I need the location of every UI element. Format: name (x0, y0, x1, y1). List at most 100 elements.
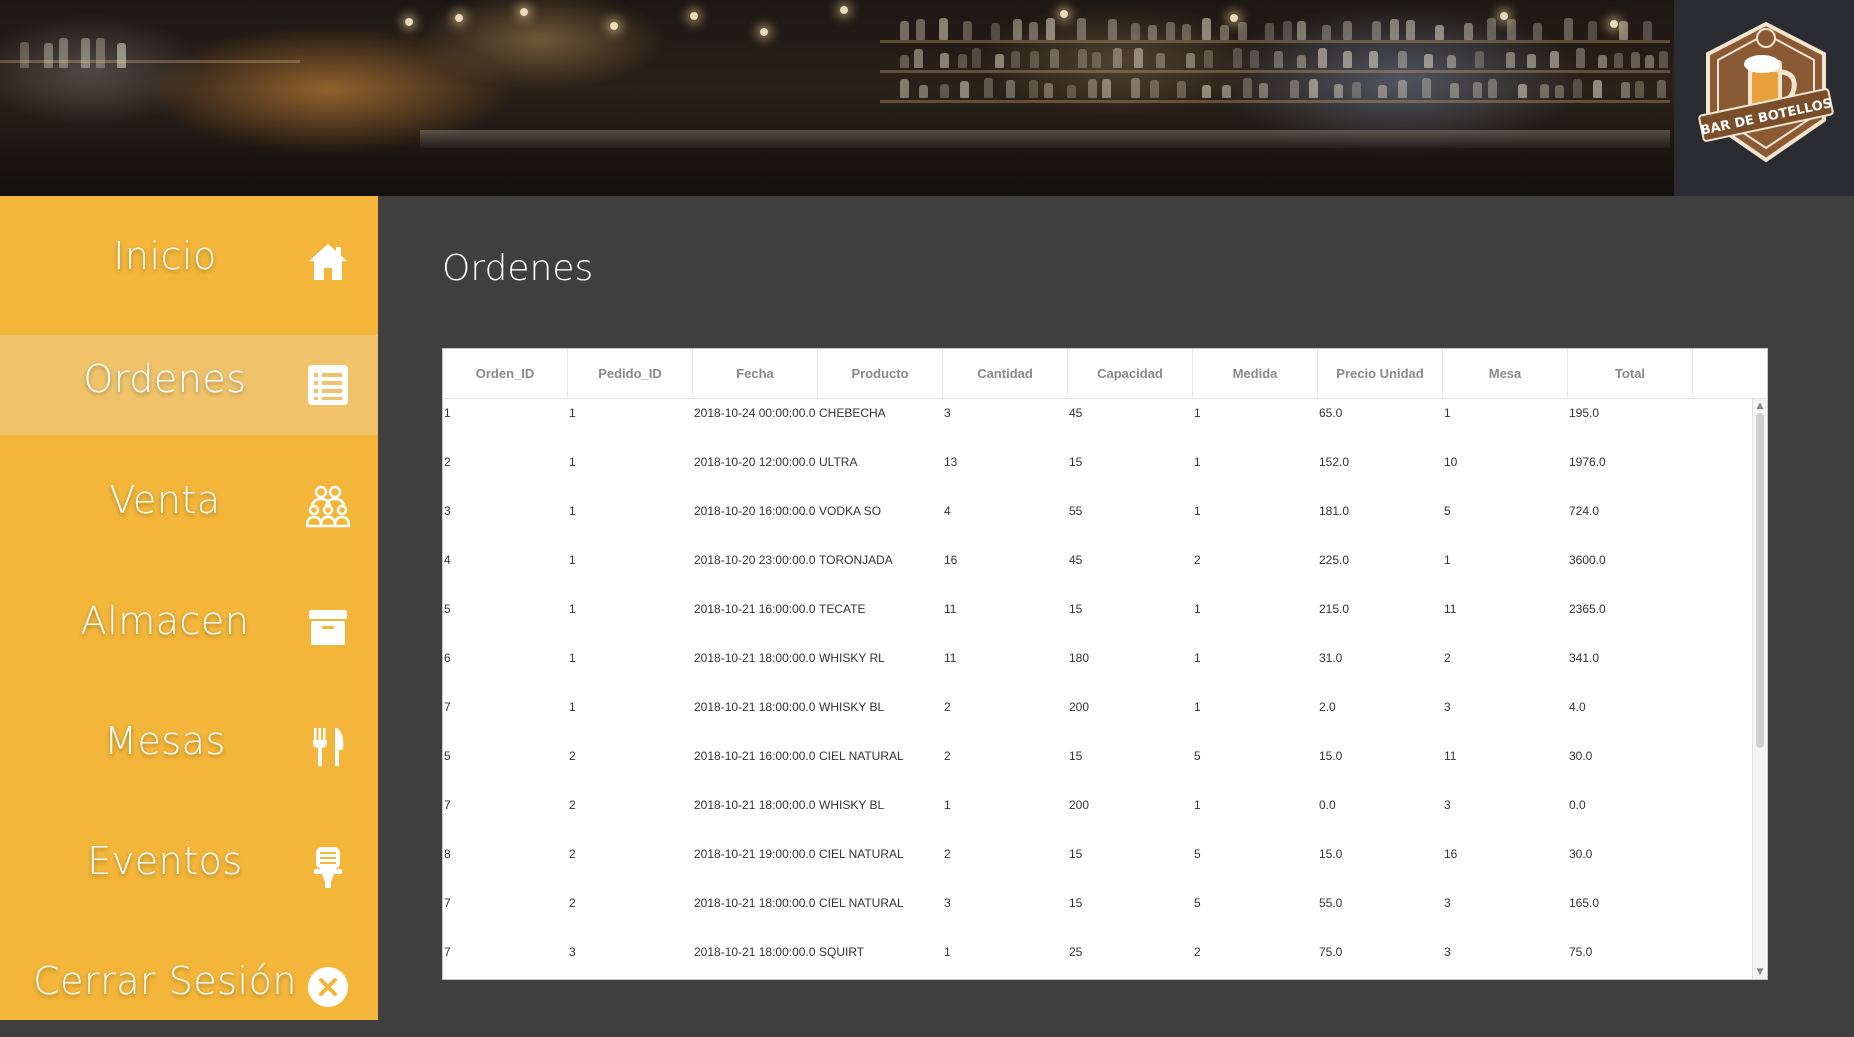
table-cell: 1 (1444, 553, 1451, 567)
vertical-scrollbar[interactable]: ▲ ▼ (1752, 399, 1766, 979)
table-cell: SQUIRT (819, 945, 865, 959)
table-cell: 6 (444, 651, 451, 665)
column-header[interactable]: Mesa (1443, 349, 1568, 399)
table-row[interactable]: 2 1 2018-10-20 12:00:00.0 ULTRA 13 15 1 152.0 10… (443, 448, 1753, 497)
column-header[interactable]: Orden_ID (443, 349, 568, 399)
table-cell: 2 (944, 700, 951, 714)
table-cell: 2 (1444, 651, 1451, 665)
table-cell: 341.0 (1569, 651, 1600, 665)
table-cell: 5 (1194, 749, 1201, 763)
table-cell: 165.0 (1569, 896, 1600, 910)
table-cell: VODKA SO (819, 504, 882, 518)
sidebar-item-label: Cerrar Sesión (33, 959, 297, 1003)
table-cell: 200 (1069, 700, 1090, 714)
table-cell: 7 (444, 896, 451, 910)
table-cell: CHEBECHA (819, 406, 886, 420)
scroll-up-icon[interactable]: ▲ (1753, 399, 1767, 413)
table-cell: 5 (1444, 504, 1451, 518)
column-header[interactable]: Producto (818, 349, 943, 399)
table-cell: 31.0 (1319, 651, 1343, 665)
sidebar-item-mesas[interactable]: Mesas (0, 697, 378, 797)
table-cell: 15.0 (1319, 749, 1343, 763)
table-cell: 1 (569, 406, 576, 420)
scroll-down-icon[interactable]: ▼ (1753, 965, 1767, 979)
table-cell: 4 (944, 504, 951, 518)
table-row[interactable]: 1 1 2018-10-24 00:00:00.0 CHEBECHA 3 45 1 65.0 1… (443, 399, 1753, 448)
bar-logo: BAR DE BOTELLOS (1698, 21, 1834, 163)
table-cell: 2018-10-21 18:00:00.0 (694, 651, 816, 665)
table-cell: 2 (944, 749, 951, 763)
table-row[interactable]: 8 2 2018-10-21 19:00:00.0 CIEL NATURAL 2 15 5 1… (443, 840, 1753, 889)
table-cell: TORONJADA (819, 553, 893, 567)
table-row[interactable]: 3 1 2018-10-20 16:00:00.0 VODKA SO 4 55 1 181.0… (443, 497, 1753, 546)
column-header[interactable]: Capacidad (1068, 349, 1193, 399)
table-cell: 1976.0 (1569, 455, 1606, 469)
table-cell: 13 (944, 455, 958, 469)
table-cell: 2.0 (1319, 700, 1336, 714)
table-cell: 2 (1194, 945, 1201, 959)
sidebar-item-label: Venta (109, 478, 221, 522)
table-row[interactable]: 7 3 2018-10-21 18:00:00.0 SQUIRT 1 25 2 75.0 3 75… (443, 938, 1753, 979)
table-cell: 25 (1069, 945, 1083, 959)
table-row[interactable]: 7 1 2018-10-21 18:00:00.0 WHISKY BL 2 200 1 2.0… (443, 693, 1753, 742)
table-row[interactable]: 4 1 2018-10-20 23:00:00.0 TORONJADA 16 45 2 225… (443, 546, 1753, 595)
logo-area: BAR DE BOTELLOS (1674, 0, 1854, 196)
table-cell: CIEL NATURAL (819, 749, 904, 763)
table-row[interactable]: 7 2 2018-10-21 18:00:00.0 CIEL NATURAL 3 15 5 5… (443, 889, 1753, 938)
table-row[interactable]: 7 2 2018-10-21 18:00:00.0 WHISKY BL 1 200 1 0.0… (443, 791, 1753, 840)
sidebar-item-label: Mesas (104, 719, 226, 763)
table-cell: 4 (444, 553, 451, 567)
table-cell: 55 (1069, 504, 1083, 518)
column-header[interactable]: Medida (1193, 349, 1318, 399)
table-row[interactable]: 5 1 2018-10-21 16:00:00.0 TECATE 11 15 1 215.0 1… (443, 595, 1753, 644)
column-header[interactable]: Precio Unidad (1318, 349, 1443, 399)
table-cell: 3 (444, 504, 451, 518)
sidebar-item-venta[interactable]: Venta (0, 456, 378, 556)
table-row[interactable]: 6 1 2018-10-21 18:00:00.0 WHISKY RL 11 180 1 31… (443, 644, 1753, 693)
table-cell: 75.0 (1569, 945, 1593, 959)
column-header[interactable]: Cantidad (943, 349, 1068, 399)
table-row[interactable]: 5 2 2018-10-21 16:00:00.0 CIEL NATURAL 2 15 5 1… (443, 742, 1753, 791)
table-cell: 75.0 (1319, 945, 1343, 959)
sidebar-item-almacen[interactable]: Almacen (0, 577, 378, 677)
column-header[interactable]: Total (1568, 349, 1693, 399)
archive-icon (306, 605, 350, 649)
table-cell: CIEL NATURAL (819, 847, 904, 861)
main-content: Ordenes Orden_ID Pedido_ID Fecha Producto Ca… (378, 196, 1854, 1020)
table-cell: 1 (569, 602, 576, 616)
sidebar-item-inicio[interactable]: Inicio (0, 212, 378, 312)
table-cell: 200 (1069, 798, 1090, 812)
sidebar-item-cerrar-sesion[interactable]: Cerrar Sesión (0, 937, 378, 1037)
table-cell: 2018-10-21 18:00:00.0 (694, 798, 816, 812)
table-cell: 3600.0 (1569, 553, 1606, 567)
table-cell: 1 (944, 798, 951, 812)
microphone-icon (306, 845, 350, 889)
table-cell: 2018-10-20 16:00:00.0 (694, 504, 816, 518)
table-cell: 1 (569, 553, 576, 567)
table-cell: 7 (444, 700, 451, 714)
table-cell: 5 (1194, 847, 1201, 861)
sidebar-item-eventos[interactable]: Eventos (0, 817, 378, 917)
table-cell: 1 (1194, 700, 1201, 714)
scrollbar-thumb[interactable] (1756, 413, 1764, 748)
orders-table[interactable]: Orden_ID Pedido_ID Fecha Producto Cantidad Ca… (442, 348, 1768, 980)
table-cell: 7 (444, 798, 451, 812)
column-header[interactable]: Pedido_ID (568, 349, 693, 399)
table-cell: 2018-10-21 18:00:00.0 (694, 945, 816, 959)
table-cell: 2018-10-24 00:00:00.0 (694, 406, 816, 420)
table-cell: 15 (1069, 847, 1083, 861)
sidebar-item-ordenes[interactable]: Ordenes (0, 335, 378, 435)
table-cell: 2018-10-21 18:00:00.0 (694, 896, 816, 910)
table-body: 1 1 2018-10-24 00:00:00.0 CHEBECHA 3 4 5 1 65.0 1… (443, 399, 1753, 979)
home-icon (306, 240, 350, 284)
table-cell: 2018-10-20 23:00:00.0 (694, 553, 816, 567)
table-cell: 152.0 (1319, 455, 1350, 469)
group-icon (306, 484, 350, 528)
table-cell: 2 (569, 896, 576, 910)
table-cell: TECATE (819, 602, 866, 616)
table-cell: 1 (1194, 455, 1201, 469)
column-header[interactable]: Fecha (693, 349, 818, 399)
table-cell: 1 (1194, 406, 1201, 420)
table-cell: 55.0 (1319, 896, 1343, 910)
table-cell: WHISKY BL (819, 700, 885, 714)
